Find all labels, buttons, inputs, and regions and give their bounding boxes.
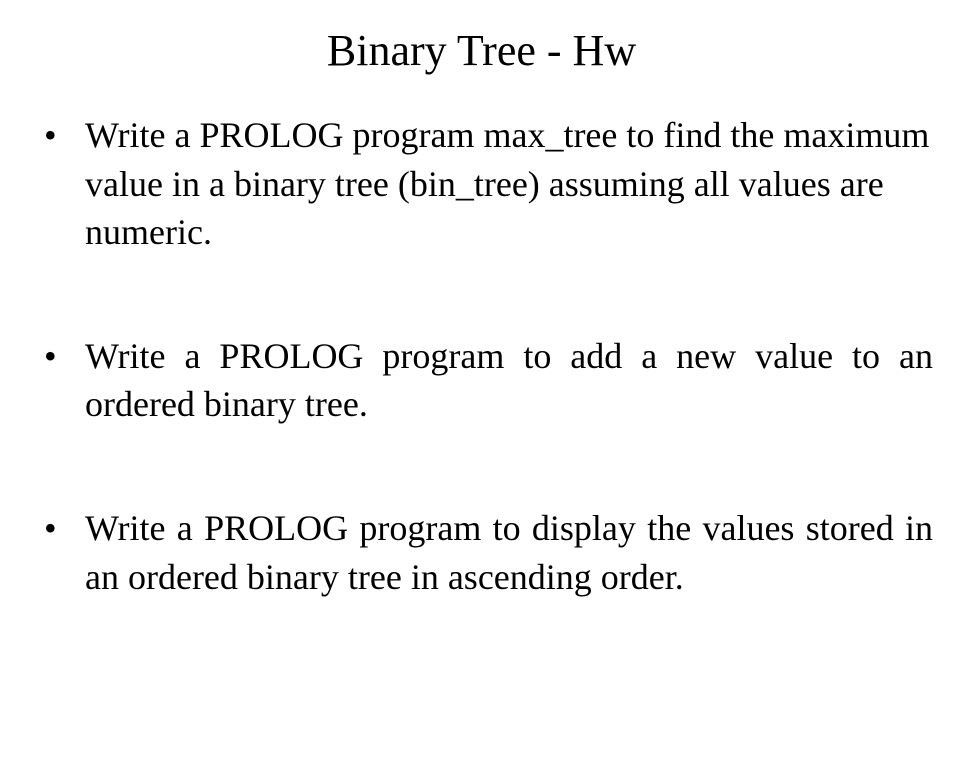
bullet-item: Write a PROLOG program to add a new valu… — [30, 332, 933, 429]
bullet-item: Write a PROLOG program to display the va… — [30, 504, 933, 601]
bullet-text: Write a PROLOG program max_tree to find … — [85, 115, 929, 252]
bullet-list: Write a PROLOG program max_tree to find … — [30, 111, 933, 601]
slide-title: Binary Tree - Hw — [30, 25, 933, 76]
bullet-item: Write a PROLOG program max_tree to find … — [30, 111, 933, 257]
bullet-text: Write a PROLOG program to display the va… — [85, 508, 933, 597]
bullet-text: Write a PROLOG program to add a new valu… — [85, 336, 933, 425]
